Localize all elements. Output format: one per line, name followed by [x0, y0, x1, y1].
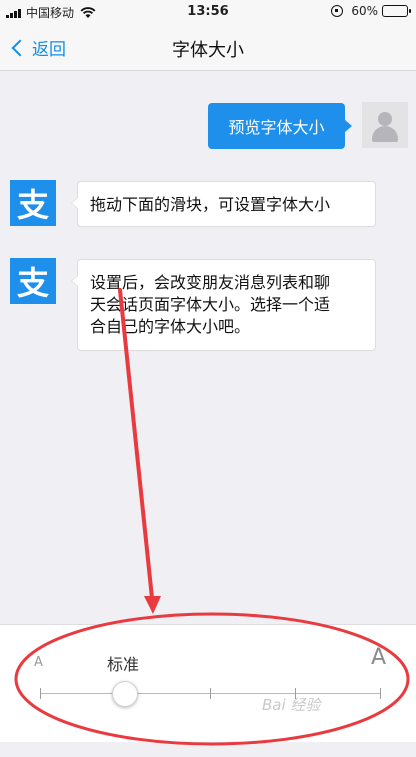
message-bubble-2: 设置后，会改变朋友消息列表和聊 天会话页面字体大小。选择一个适 合自己的字体大小… [71, 259, 376, 351]
message-1-text: 拖动下面的滑块，可设置字体大小 [90, 195, 331, 214]
alipay-logo-icon: 支 [16, 186, 49, 224]
alipay-logo-icon: 支 [16, 264, 49, 302]
slider-tick[interactable] [40, 688, 41, 699]
font-size-slider-panel: A 标准 A [0, 624, 416, 742]
rotation-lock-icon [331, 5, 344, 17]
status-bar: 中国移动 13:56 60% [0, 0, 416, 24]
preview-bubble: 预览字体大小 [208, 103, 352, 149]
status-right: 60% [331, 4, 411, 18]
alipay-avatar: 支 [10, 258, 56, 304]
battery-icon [382, 5, 411, 17]
message-2-line: 合自己的字体大小吧。 [90, 317, 251, 336]
alipay-avatar: 支 [10, 180, 56, 226]
large-font-label: A [371, 645, 387, 670]
chat-preview: 预览字体大小 支 拖动下面的滑块，可设置字体大小 支 设置后，会改变朋友消息列表… [0, 72, 416, 624]
message-2-line: 天会话页面字体大小。选择一个适 [90, 295, 331, 314]
page-title: 字体大小 [172, 40, 244, 61]
slider-knob[interactable] [112, 681, 138, 707]
bottom-strip [0, 742, 416, 757]
watermark: Bai 经验 [262, 696, 321, 714]
message-bubble-1: 拖动下面的滑块，可设置字体大小 [71, 181, 376, 227]
slider-tick[interactable] [380, 688, 381, 699]
current-size-label: 标准 [107, 655, 140, 674]
user-avatar [362, 102, 408, 148]
message-2-line: 设置后，会改变朋友消息列表和聊 [90, 273, 331, 292]
slider-tick[interactable] [210, 688, 211, 699]
small-font-label: A [34, 655, 43, 670]
user-avatar-body [372, 126, 398, 142]
battery-percent: 60% [351, 4, 378, 18]
nav-bar: 返回 字体大小 [0, 24, 416, 71]
user-avatar-head [378, 112, 392, 126]
